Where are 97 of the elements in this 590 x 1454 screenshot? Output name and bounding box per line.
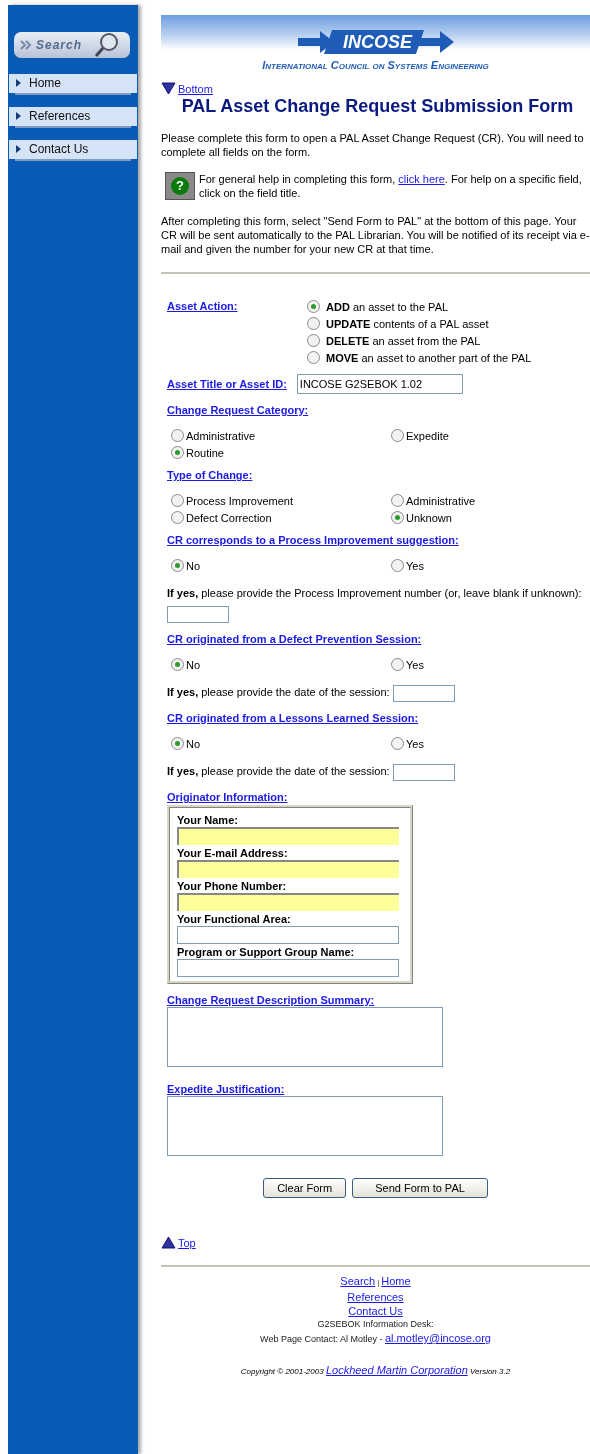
text-area[interactable]: [167, 1007, 443, 1067]
field-title-link[interactable]: Expedite Justification:: [167, 1083, 285, 1095]
field-label: Program or Support Group Name:: [177, 946, 356, 958]
field-title-link[interactable]: CR originated from a Defect Prevention Session:: [167, 633, 422, 645]
footer-link[interactable]: References: [347, 1291, 404, 1303]
input-field[interactable]: [177, 827, 399, 845]
bottom-link[interactable]: Bottom: [178, 83, 213, 95]
field-title-link[interactable]: Asset Action:: [167, 300, 307, 364]
email-link[interactable]: al.motley@incose.org: [385, 1332, 491, 1344]
asset-title-field[interactable]: INCOSE G2SEBOK 1.02: [296, 374, 463, 394]
option-label: Yes: [406, 559, 424, 572]
option-label: Yes: [406, 658, 424, 671]
contact-text: Web Page Contact: Al Motley -: [260, 1334, 384, 1344]
info-desk-text: G2SEBOK Information Desk:: [317, 1318, 434, 1331]
intro-text: Please complete this form to open a PAL Asset Change Request (CR). You will need to complete all fields on the form.: [161, 131, 585, 159]
followup-text: If yes, please provide the Process Improvement number (or, leave blank if unknown):: [167, 587, 582, 599]
page-title: PAL Asset Change Request Submission Form: [180, 95, 575, 117]
radio-button[interactable]: [391, 559, 404, 572]
field-label: Your E-mail Address:: [177, 847, 289, 859]
field-title-link[interactable]: Change Request Category:: [167, 404, 309, 416]
answer-field[interactable]: [392, 684, 455, 702]
logo-text: INCOSE: [342, 32, 414, 52]
followup-text: If yes, please provide the date of the session:: [167, 686, 390, 698]
field-title-link[interactable]: Asset Title or Asset ID:: [167, 378, 287, 390]
triangle-icon: [16, 78, 21, 87]
option-label: Yes: [406, 737, 424, 750]
field-label: Your Name:: [177, 814, 239, 826]
option-label: Routine: [186, 446, 224, 459]
option-label: Administrative: [186, 429, 256, 442]
radio-button[interactable]: [391, 511, 404, 524]
footer-link[interactable]: Contact Us: [348, 1305, 403, 1317]
input-field[interactable]: [177, 926, 399, 944]
input-field[interactable]: [177, 959, 399, 977]
option-label: Unknown: [406, 511, 452, 524]
option-label: No: [186, 559, 201, 572]
field-title-link[interactable]: CR originated from a Lessons Learned Session:: [167, 712, 419, 724]
top-link[interactable]: Top: [178, 1237, 196, 1249]
option-label: Defect Correction: [186, 511, 272, 524]
instructions-text: After completing this form, select "Send Form to PAL" at the bottom of this page. Your CR will be sent automatically to the PAL Librarian. You will be notified of its receipt via e-mail and given the number for your new CR at that time.: [161, 214, 590, 256]
followup-text: If yes, please provide the date of the session:: [167, 765, 390, 777]
footer-link[interactable]: Search: [340, 1275, 376, 1287]
radio-button[interactable]: [307, 317, 320, 330]
option-label: No: [186, 658, 201, 671]
help-text: For general help in completing this form, click here. For help on a specific field, click on the field title.: [199, 172, 583, 200]
company-link[interactable]: Lockheed Martin Corporation: [325, 1364, 468, 1376]
form-button[interactable]: Send Form to PAL: [352, 1178, 488, 1198]
radio-button[interactable]: [307, 334, 320, 347]
nav-item[interactable]: Home: [9, 74, 137, 93]
triangle-icon: [16, 144, 21, 153]
option-label: DELETE an asset from the PAL: [326, 334, 481, 347]
radio-button[interactable]: [171, 446, 184, 459]
radio-button[interactable]: [171, 658, 184, 671]
field-title-link[interactable]: CR corresponds to a Process Improvement suggestion:: [167, 534, 459, 546]
radio-button[interactable]: [171, 737, 184, 750]
field-title-link[interactable]: Type of Change:: [167, 469, 253, 481]
search-button[interactable]: Search: [14, 32, 130, 58]
help-icon[interactable]: ?: [165, 172, 195, 200]
radio-button[interactable]: [171, 511, 184, 524]
nav-item[interactable]: References: [9, 107, 137, 126]
option-label: Process Improvement: [186, 494, 293, 507]
field-title-link[interactable]: Change Request Description Summary:: [167, 994, 375, 1006]
field-title-link[interactable]: Originator Information:: [167, 791, 288, 803]
radio-button[interactable]: [307, 351, 320, 364]
input-field[interactable]: [177, 893, 399, 911]
radio-button[interactable]: [391, 429, 404, 442]
nav-item[interactable]: Contact Us: [9, 140, 137, 159]
radio-button[interactable]: [391, 737, 404, 750]
copyright-text: Copyright © 2001-2003: [240, 1367, 325, 1376]
triangle-icon: [16, 111, 21, 120]
option-label: Administrative: [406, 494, 476, 507]
triangle-up-icon: [161, 1236, 176, 1249]
magnifier-icon: [94, 32, 121, 58]
footer-link[interactable]: Home: [381, 1275, 411, 1287]
field-label: Your Functional Area:: [177, 913, 292, 925]
click-here-link[interactable]: click here: [398, 173, 445, 185]
answer-field[interactable]: [167, 605, 229, 623]
option-label: MOVE an asset to another part of the PAL: [326, 351, 532, 364]
radio-button[interactable]: [307, 300, 320, 313]
radio-button[interactable]: [171, 559, 184, 572]
option-label: Expedite: [406, 429, 449, 442]
radio-button[interactable]: [171, 494, 184, 507]
input-field[interactable]: [177, 860, 399, 878]
option-label: ADD an asset to the PAL: [326, 300, 449, 313]
option-label: UPDATE contents of a PAL asset: [326, 317, 489, 330]
chevrons-icon: [20, 40, 34, 50]
organization-name: International Council on Systems Engineering: [262, 59, 489, 71]
triangle-down-icon: [161, 82, 176, 95]
version-text: Version 3.2: [468, 1367, 511, 1376]
radio-button[interactable]: [391, 494, 404, 507]
text-area[interactable]: [167, 1096, 443, 1156]
form-button[interactable]: Clear Form: [263, 1178, 347, 1198]
answer-field[interactable]: [392, 763, 455, 781]
option-label: No: [186, 737, 201, 750]
radio-button[interactable]: [171, 429, 184, 442]
radio-button[interactable]: [391, 658, 404, 671]
field-label: Your Phone Number:: [177, 880, 288, 892]
link-separator: |: [377, 1278, 380, 1287]
